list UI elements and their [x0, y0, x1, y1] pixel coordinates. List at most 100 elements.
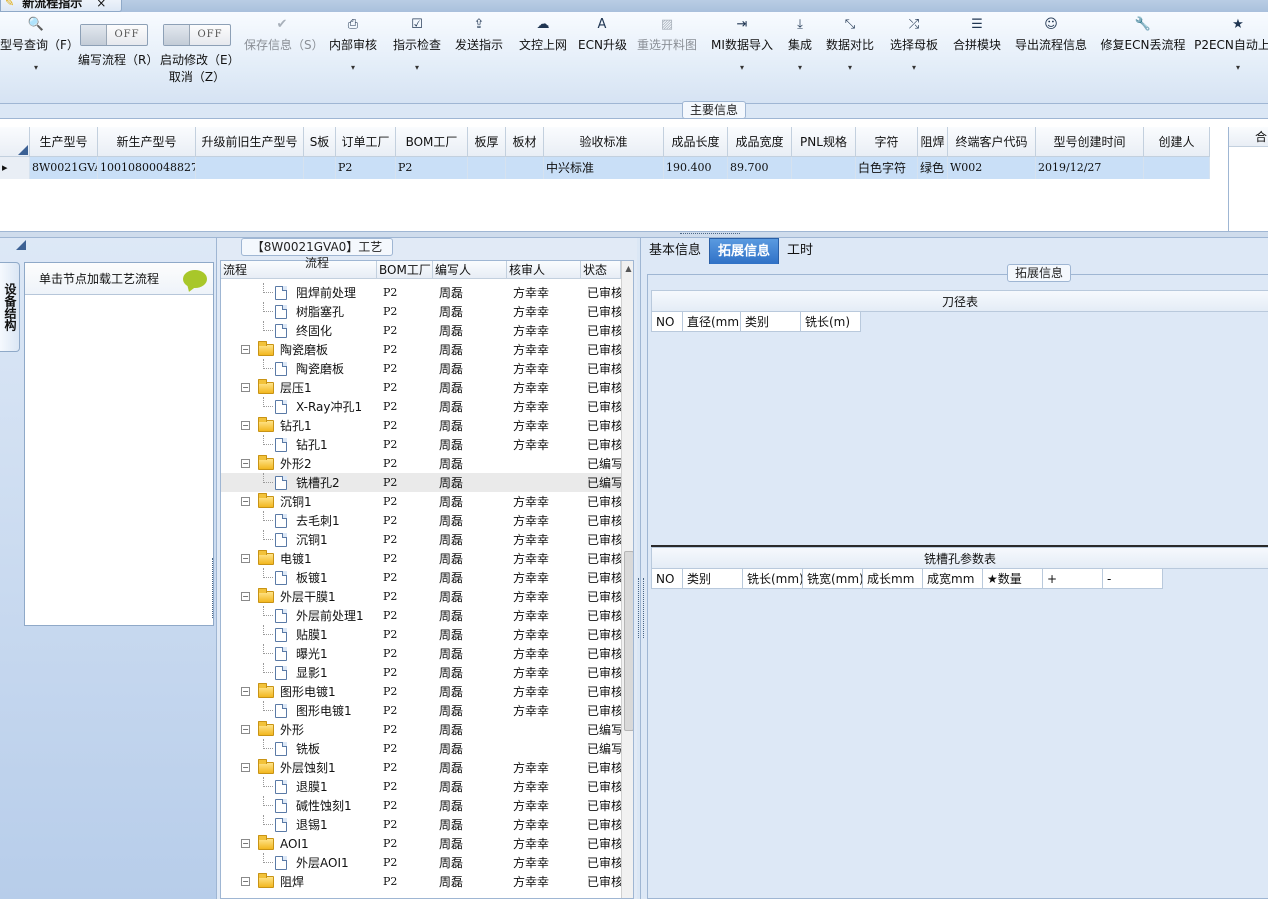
column-header[interactable]: 成品长度: [664, 127, 728, 157]
tree-node-step[interactable]: 沉铜1 P2 周磊 方幸幸 已审核: [221, 530, 621, 549]
column-header[interactable]: PNL规格: [792, 127, 856, 157]
column-header[interactable]: S板: [304, 127, 336, 157]
cutter-column-header[interactable]: 铣长(m): [801, 312, 861, 332]
mi-import-button[interactable]: ⇥ MI数据导入 ▾: [708, 16, 776, 72]
tree-node-step[interactable]: 退锡1 P2 周磊 方幸幸 已审核: [221, 815, 621, 834]
collapse-icon[interactable]: −: [241, 554, 250, 563]
slot-column-header[interactable]: +: [1043, 569, 1103, 589]
collapse-icon[interactable]: −: [241, 592, 250, 601]
column-header[interactable]: 验收标准: [544, 127, 664, 157]
collapse-icon[interactable]: −: [241, 421, 250, 430]
chevron-down-icon[interactable]: ▾: [822, 63, 878, 72]
tree-node-group[interactable]: − 陶瓷磨板 P2 周磊 方幸幸 已审核: [221, 340, 621, 359]
tree-node-step[interactable]: 板镀1 P2 周磊 方幸幸 已审核: [221, 568, 621, 587]
collapse-icon[interactable]: −: [241, 877, 250, 886]
tree-node-step[interactable]: 显影1 P2 周磊 方幸幸 已审核: [221, 663, 621, 682]
send-instruction-button[interactable]: ⇪ 发送指示: [451, 16, 507, 53]
tree-node-group[interactable]: − 钻孔1 P2 周磊 方幸幸 已审核: [221, 416, 621, 435]
tree-node-group[interactable]: − 外形 P2 周磊 已编写: [221, 720, 621, 739]
toggle-knob[interactable]: [81, 25, 107, 45]
instruction-check-button[interactable]: ☑ 指示检查 ▾: [389, 16, 445, 72]
tree-node-step[interactable]: 终固化 P2 周磊 方幸幸 已审核: [221, 321, 621, 340]
slot-column-header[interactable]: 成长mm: [863, 569, 923, 589]
tree-node-group[interactable]: − 沉铜1 P2 周磊 方幸幸 已审核: [221, 492, 621, 511]
column-header[interactable]: 板厚: [468, 127, 506, 157]
start-modify-cancel-label[interactable]: 取消（Z）: [160, 68, 234, 85]
tree-column-header[interactable]: 状态: [581, 261, 621, 279]
merge-module-button[interactable]: ☰ 合拼模块: [949, 16, 1005, 53]
tree-node-step[interactable]: 图形电镀1 P2 周磊 方幸幸 已审核: [221, 701, 621, 720]
tab-extended-info[interactable]: 拓展信息: [709, 238, 780, 264]
tree-node-step[interactable]: 外层AOI1 P2 周磊 方幸幸 已审核: [221, 853, 621, 872]
tree-node-group[interactable]: − 阻焊 P2 周磊 方幸幸 已审核: [221, 872, 621, 891]
column-header[interactable]: 创建人: [1144, 127, 1210, 157]
collapse-icon[interactable]: −: [241, 383, 250, 392]
internal-review-button[interactable]: ⎙ 内部审核 ▾: [325, 16, 381, 72]
tree-node-group[interactable]: − 层压1 P2 周磊 方幸幸 已审核: [221, 378, 621, 397]
tree-column-header[interactable]: BOM工厂: [377, 261, 433, 279]
collapse-icon[interactable]: −: [241, 763, 250, 772]
select-mother-button[interactable]: ⤮ 选择母板 ▾: [886, 16, 942, 72]
column-header[interactable]: 订单工厂: [336, 127, 396, 157]
column-header[interactable]: 型号创建时间: [1036, 127, 1144, 157]
tree-node-step[interactable]: 贴膜1 P2 周磊 方幸幸 已审核: [221, 625, 621, 644]
scrollbar-thumb[interactable]: [624, 551, 633, 731]
tree-node-step[interactable]: X-Ray冲孔1 P2 周磊 方幸幸 已审核: [221, 397, 621, 416]
tree-node-step[interactable]: 退膜1 P2 周磊 方幸幸 已审核: [221, 777, 621, 796]
column-header[interactable]: 阻焊: [918, 127, 948, 157]
write-flow-toggle[interactable]: OFF: [80, 24, 148, 46]
data-compare-button[interactable]: ⤡ 数据对比 ▾: [822, 16, 878, 72]
document-tab[interactable]: ✎ 新流程指示 ×: [0, 0, 122, 12]
tree-node-step[interactable]: 陶瓷磨板 P2 周磊 方幸幸 已审核: [221, 359, 621, 378]
chevron-down-icon[interactable]: ▾: [1194, 63, 1268, 72]
p2ecn-upload-button[interactable]: ★ P2ECN自动上网 ▾: [1194, 16, 1268, 72]
cutter-column-header[interactable]: 类别: [741, 312, 801, 332]
tree-node-step[interactable]: 阻焊前处理 P2 周磊 方幸幸 已审核: [221, 283, 621, 302]
column-header[interactable]: 终端客户代码: [948, 127, 1036, 157]
slot-column-header[interactable]: 成宽mm: [923, 569, 983, 589]
device-structure-tab[interactable]: 设备结构: [0, 262, 20, 352]
right-splitter-grip[interactable]: [638, 578, 644, 638]
close-tab-button[interactable]: ×: [96, 0, 106, 10]
tree-column-header[interactable]: 核审人: [507, 261, 581, 279]
row-indicator[interactable]: ▸: [0, 157, 30, 179]
column-header[interactable]: 新生产型号: [98, 127, 196, 157]
main-info-row[interactable]: ▸8W0021GVA010010800048827 P2P2 中兴标准190.400…: [0, 157, 1210, 179]
chevron-down-icon[interactable]: ▾: [325, 63, 381, 72]
tree-column-header[interactable]: 流程: [221, 261, 377, 279]
column-header[interactable]: 板材: [506, 127, 544, 157]
tab-work-hours[interactable]: 工时: [779, 238, 821, 264]
chevron-down-icon[interactable]: ▾: [0, 63, 72, 72]
device-structure-header[interactable]: 单击节点加载工艺流程: [25, 263, 213, 295]
tree-node-step[interactable]: 曝光1 P2 周磊 方幸幸 已审核: [221, 644, 621, 663]
scroll-up-icon[interactable]: ▲: [622, 261, 633, 277]
tree-node-group[interactable]: − 电镀1 P2 周磊 方幸幸 已审核: [221, 549, 621, 568]
toggle-knob[interactable]: [164, 25, 190, 45]
tree-node-step[interactable]: 树脂塞孔 P2 周磊 方幸幸 已审核: [221, 302, 621, 321]
slot-column-header[interactable]: ★数量: [983, 569, 1043, 589]
chevron-down-icon[interactable]: ▾: [708, 63, 776, 72]
tree-node-group[interactable]: − AOI1 P2 周磊 方幸幸 已审核: [221, 834, 621, 853]
slot-column-header[interactable]: 铣长(mm): [743, 569, 803, 589]
export-flow-button[interactable]: ☺ 导出流程信息: [1012, 16, 1090, 53]
tree-node-group[interactable]: − 外层干膜1 P2 周磊 方幸幸 已审核: [221, 587, 621, 606]
chevron-down-icon[interactable]: ▾: [783, 63, 817, 72]
tree-node-group[interactable]: − 外形2 P2 周磊 已编写: [221, 454, 621, 473]
tree-node-step[interactable]: 碱性蚀刻1 P2 周磊 方幸幸 已审核: [221, 796, 621, 815]
tree-node-step[interactable]: 铣板 P2 周磊 已编写: [221, 739, 621, 758]
chevron-down-icon[interactable]: ▾: [389, 63, 445, 72]
tab-basic-info[interactable]: 基本信息: [641, 238, 709, 264]
column-header[interactable]: 字符: [856, 127, 918, 157]
column-header[interactable]: 成品宽度: [728, 127, 792, 157]
chevron-down-icon[interactable]: ▾: [886, 63, 942, 72]
column-header[interactable]: 升级前旧生产型号: [196, 127, 304, 157]
collapse-icon[interactable]: −: [241, 459, 250, 468]
tree-node-group[interactable]: − 外层蚀刻1 P2 周磊 方幸幸 已审核: [221, 758, 621, 777]
slot-column-header[interactable]: NO: [651, 569, 683, 589]
cutter-column-header[interactable]: NO: [651, 312, 683, 332]
doc-upload-button[interactable]: ☁ 文控上网: [515, 16, 571, 53]
column-header[interactable]: 生产型号: [30, 127, 98, 157]
collapse-icon[interactable]: −: [241, 687, 250, 696]
slot-column-header[interactable]: -: [1103, 569, 1163, 589]
tree-node-group[interactable]: − 图形电镀1 P2 周磊 方幸幸 已审核: [221, 682, 621, 701]
